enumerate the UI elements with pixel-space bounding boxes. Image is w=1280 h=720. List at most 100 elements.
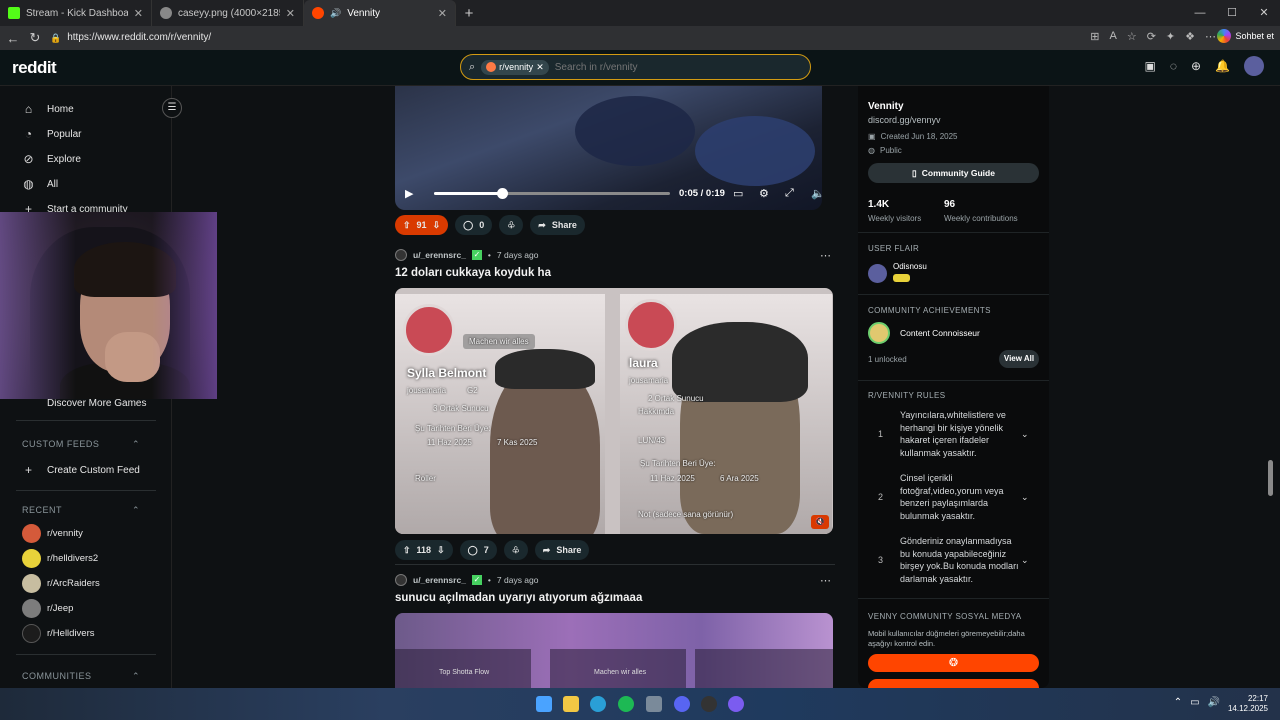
user-flair[interactable]: Odisnosu [868,262,927,285]
new-tab-button[interactable]: + [456,5,482,22]
recent-header[interactable]: RECENT ⌃ [22,505,140,516]
chevron-up-icon[interactable]: ⌃ [1174,697,1182,708]
tab-kick-dashboard[interactable]: Stream - Kick Dashboard ✕ [0,0,152,26]
discord-icon[interactable] [674,696,690,712]
rule-item[interactable]: 1 Yayıncılara,whitelistlere ve herhangi b… [868,409,1039,459]
video-scrubber[interactable] [497,187,509,199]
file-explorer-icon[interactable] [563,696,579,712]
search-input[interactable] [554,61,755,73]
search-bar[interactable]: ⌕ r/vennity ✕ [460,54,811,80]
sidebar-item-all[interactable]: ◍ All [22,177,58,191]
social-button-openai[interactable]: ❂ [868,654,1039,672]
back-icon[interactable]: ← [2,31,24,46]
maximize-icon[interactable]: ☐ [1216,0,1248,26]
upvote-icon[interactable]: ⇧ [403,220,411,231]
speaker-icon[interactable]: 🔊 [330,8,341,19]
ad-icon[interactable]: ▣ [1145,59,1156,76]
comments-button[interactable]: ◯ 7 [459,540,497,560]
network-icon[interactable]: ▭ [1190,697,1199,708]
sidebar-item-discover-games[interactable]: Discover More Games [22,398,146,409]
recent-item-helldivers2[interactable]: r/helldivers2 [22,549,98,568]
app-icon[interactable] [728,696,744,712]
taskbar-clock[interactable]: 22:17 14.12.2025 [1228,694,1268,714]
recent-item-helldivers[interactable]: r/Helldivers [22,624,95,643]
obs-icon[interactable] [701,696,717,712]
collections-icon[interactable]: ❖ [1185,30,1195,43]
community-guide-button[interactable]: ▯ Community Guide [868,163,1039,183]
sidebar-item-popular[interactable]: ◔ Popular [22,127,82,141]
mute-icon[interactable]: 🔇 [811,515,829,529]
spotify-icon[interactable] [618,696,634,712]
close-window-icon[interactable]: ✕ [1248,0,1280,26]
community-link[interactable]: discord.gg/vennyv [868,115,941,125]
vote-control[interactable]: ⇧ 91 ⇩ [395,215,449,235]
post-title[interactable]: 12 doları cukkaya koyduk ha [395,267,551,279]
post-author[interactable]: u/_erennsrc_ [413,250,466,260]
minimize-icon[interactable]: — [1184,0,1216,26]
refresh-extension-icon[interactable]: ⟳ [1147,30,1156,43]
user-avatar[interactable] [1244,56,1264,76]
grid-icon[interactable]: ⊞ [1090,30,1099,43]
communities-header[interactable]: COMMUNITIES ⌃ [22,671,140,682]
app-icon[interactable] [646,696,662,712]
volume-icon[interactable]: 🔊 [1208,697,1220,708]
custom-feeds-header[interactable]: CUSTOM FEEDS ⌃ [22,439,140,450]
edge-icon[interactable] [590,696,606,712]
post-overflow-menu-icon[interactable]: ⋯ [820,249,831,262]
vote-control[interactable]: ⇧ 118 ⇩ [395,540,453,560]
fullscreen-icon[interactable]: ⤢ [785,187,794,200]
recent-item-arcraiders[interactable]: r/ArcRaiders [22,574,100,593]
create-post-icon[interactable]: ⊕ [1191,59,1201,76]
create-custom-feed[interactable]: + Create Custom Feed [22,463,140,477]
tab-caseyy-png[interactable]: caseyy.png (4000×2185) ✕ [152,0,304,26]
close-icon[interactable]: ✕ [286,7,295,20]
captions-icon[interactable]: ▭ [733,187,743,200]
notification-bell-icon[interactable]: 🔔 [1215,59,1230,76]
tab-vennity[interactable]: 🔊 Vennity ✕ [304,0,456,26]
volume-icon[interactable]: 🔈 [811,187,822,200]
rule-item[interactable]: 3 Gönderiniz onaylanmadıysa bu konuda yap… [868,535,1039,585]
rule-item[interactable]: 2 Cinsel içerikli fotoğraf,video,yorum ve… [868,472,1039,522]
comments-button[interactable]: ◯ 0 [455,215,493,235]
video-progress[interactable] [434,187,670,199]
downvote-icon[interactable]: ⇩ [433,220,441,231]
view-all-button[interactable]: View All [999,350,1039,368]
recent-item-jeep[interactable]: r/Jeep [22,599,73,618]
social-button[interactable] [868,679,1039,688]
achievement-item[interactable]: Content Connoisseur [868,322,980,344]
sidebar-item-home[interactable]: ⌂ Home [22,102,74,116]
page-scrollbar[interactable] [1268,460,1273,496]
more-icon[interactable]: ⋯ [1205,30,1216,43]
award-button[interactable]: ♧ [503,540,528,560]
close-icon[interactable]: ✕ [134,7,143,20]
chat-button[interactable]: Sohbet et [1217,29,1274,43]
collapse-sidebar-button[interactable]: ☰ [162,98,182,118]
video-player[interactable]: ▶ 0:05 / 0:19 ▭ ⚙ ⤢ 🔈 [395,86,822,210]
post-image[interactable]: Machen wir alles Sylla Belmont jousamari… [395,288,833,534]
post-author[interactable]: u/_erennsrc_ [413,575,466,585]
sidebar-item-explore[interactable]: ⊘ Explore [22,152,80,166]
extensions-icon[interactable]: ✦ [1166,30,1175,43]
post-overflow-menu-icon[interactable]: ⋯ [820,574,831,587]
favorite-star-icon[interactable]: ☆ [1127,30,1137,43]
post-image[interactable]: Top Shotta Flow Machen wir alles [395,613,833,688]
share-button[interactable]: ➦ Share [534,540,590,560]
reload-icon[interactable]: ↻ [24,30,46,46]
close-icon[interactable]: ✕ [438,7,447,20]
search-scope-chip[interactable]: r/vennity ✕ [481,59,549,75]
start-icon[interactable] [536,696,552,712]
read-aloud-icon[interactable]: A [1109,30,1116,43]
tab-title: Vennity [347,7,381,19]
post-title[interactable]: sunucu açılmadan uyarıyı atıyorum ağzıma… [395,592,642,604]
chip-close-icon[interactable]: ✕ [536,62,544,73]
downvote-icon[interactable]: ⇩ [437,545,445,556]
play-icon[interactable]: ▶ [405,187,413,200]
url-field[interactable]: 🔒 https://www.reddit.com/r/vennity/ [50,28,1050,48]
reddit-logo[interactable]: reddit [12,58,57,78]
upvote-icon[interactable]: ⇧ [403,545,411,556]
chat-icon[interactable]: ◌ [1170,59,1177,76]
settings-gear-icon[interactable]: ⚙ [759,187,769,200]
share-button[interactable]: ➦ Share [530,215,585,235]
recent-item-vennity[interactable]: r/vennity [22,524,83,543]
award-button[interactable]: ♧ [499,215,524,235]
